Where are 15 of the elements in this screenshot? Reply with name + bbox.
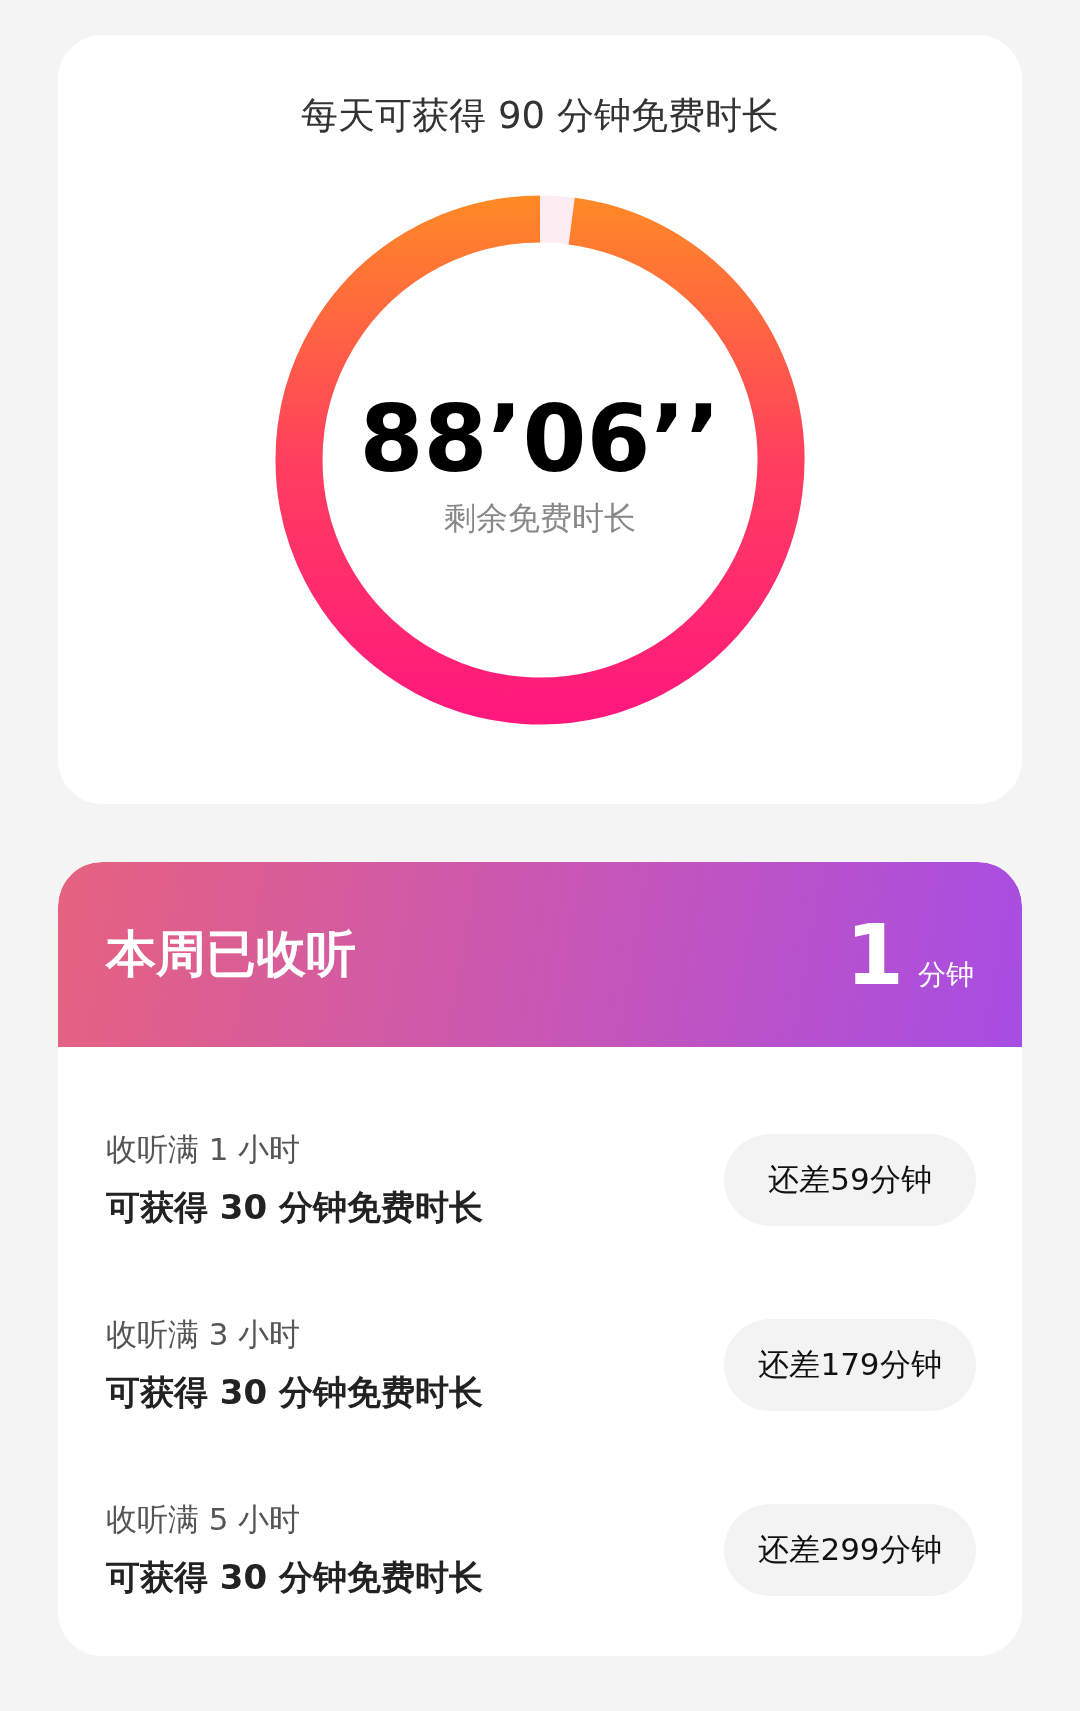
daily-title: 每天可获得 90 分钟免费时长 <box>301 93 779 139</box>
reward-condition: 收听满 5 小时 <box>106 1499 302 1539</box>
remaining-button[interactable]: 还差179分钟 <box>724 1318 976 1411</box>
reward-condition: 收听满 3 小时 <box>106 1314 302 1354</box>
listened-value: 1 <box>845 905 904 1004</box>
reward-condition: 收听满 1 小时 <box>106 1129 302 1169</box>
reward-text: 可获得 30 分钟免费时长 <box>106 1185 483 1229</box>
weekly-title: 本周已收听 <box>106 924 356 985</box>
remaining-button[interactable]: 还差59分钟 <box>724 1133 976 1226</box>
remaining-time: 88’06’’ <box>359 389 721 491</box>
remaining-label: 剩余免费时长 <box>444 497 636 539</box>
listened-unit: 分钟 <box>918 956 974 993</box>
reward-text: 可获得 30 分钟免费时长 <box>106 1370 483 1414</box>
remaining-button[interactable]: 还差299分钟 <box>724 1503 976 1596</box>
reward-text: 可获得 30 分钟免费时长 <box>106 1555 483 1599</box>
